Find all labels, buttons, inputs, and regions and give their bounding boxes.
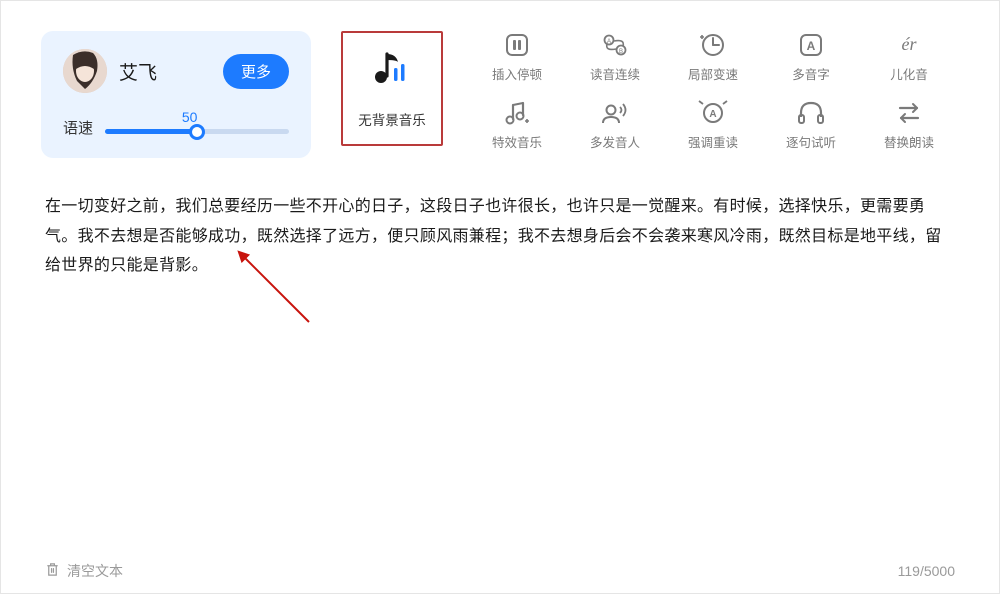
multivoice-icon: [599, 99, 631, 127]
speed-slider[interactable]: 50: [105, 129, 289, 134]
speedometer-icon: [697, 31, 729, 59]
tool-label: 多音字: [792, 64, 830, 83]
tool-multi-voice[interactable]: 多发音人: [571, 99, 659, 151]
continuous-icon: AB: [599, 31, 631, 59]
svg-text:A: A: [607, 39, 611, 45]
editor-text: 在一切变好之前，我们总要经历一些不开心的日子，这段日子也许很长，也许只是一觉醒来…: [45, 192, 955, 281]
music-icon: [372, 48, 412, 93]
tool-label: 插入停顿: [492, 64, 542, 83]
tool-label: 替换朗读: [884, 132, 934, 151]
tool-erhua[interactable]: ér 儿化音: [865, 31, 953, 83]
svg-text:A: A: [807, 39, 816, 53]
tool-continuous-read[interactable]: AB 读音连续: [571, 31, 659, 83]
tool-sound-effect[interactable]: 特效音乐: [473, 99, 561, 151]
more-button[interactable]: 更多: [223, 54, 289, 89]
trash-icon: [45, 562, 60, 580]
tool-label: 局部变速: [688, 64, 738, 83]
tool-label: 强调重读: [688, 132, 738, 151]
voice-avatar[interactable]: [63, 49, 107, 93]
tool-label: 读音连续: [590, 64, 640, 83]
tool-label: 多发音人: [590, 132, 640, 151]
headphones-icon: [795, 99, 827, 127]
tool-local-speed[interactable]: 局部变速: [669, 31, 757, 83]
svg-text:ér: ér: [902, 34, 918, 54]
tool-replace-read[interactable]: 替换朗读: [865, 99, 953, 151]
voice-panel: 艾飞 更多 语速 50: [41, 31, 311, 158]
svg-text:A: A: [709, 109, 716, 120]
bgm-label: 无背景音乐: [358, 109, 426, 129]
polyphone-icon: A: [795, 31, 827, 59]
text-editor[interactable]: 在一切变好之前，我们总要经历一些不开心的日子，这段日子也许很长，也许只是一觉醒来…: [1, 178, 999, 281]
pause-icon: [501, 31, 533, 59]
replace-icon: [893, 99, 925, 127]
emphasis-icon: A: [697, 99, 729, 127]
tool-label: 逐句试听: [786, 132, 836, 151]
clear-button[interactable]: 清空文本: [45, 561, 123, 581]
char-counter: 119/5000: [898, 563, 955, 579]
clear-label: 清空文本: [67, 561, 123, 581]
speed-label: 语速: [63, 117, 93, 138]
voice-name: 艾飞: [119, 58, 211, 85]
tools-grid: 插入停顿 AB 读音连续 局部变速 A 多音字 ér 儿化音: [473, 31, 953, 151]
bgm-panel[interactable]: 无背景音乐: [341, 31, 443, 146]
tool-sentence-preview[interactable]: 逐句试听: [767, 99, 855, 151]
soundfx-icon: [501, 99, 533, 127]
svg-text:B: B: [619, 49, 623, 55]
tool-polyphone[interactable]: A 多音字: [767, 31, 855, 83]
tool-label: 特效音乐: [492, 132, 542, 151]
tool-insert-pause[interactable]: 插入停顿: [473, 31, 561, 83]
tool-label: 儿化音: [890, 64, 928, 83]
tool-emphasis[interactable]: A 强调重读: [669, 99, 757, 151]
erhua-icon: ér: [893, 31, 925, 59]
